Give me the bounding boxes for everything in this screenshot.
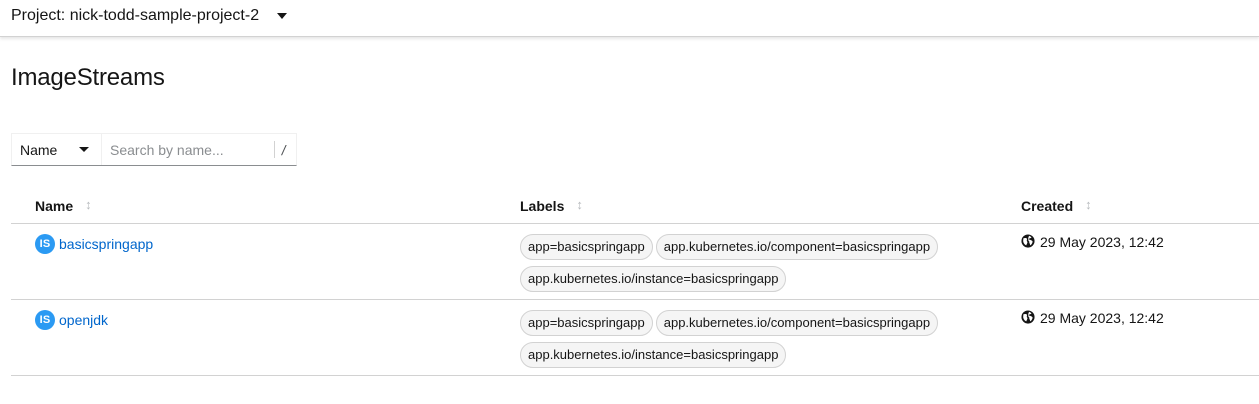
filter-toolbar: Name / xyxy=(11,133,297,166)
table-row: IS openjdk app=basicspringapp app.kuberne… xyxy=(11,300,1259,376)
column-header-label: Created xyxy=(1021,198,1074,214)
created-cell: 29 May 2023, 12:42 xyxy=(1021,309,1164,326)
label-chip[interactable]: app.kubernetes.io/component=basicspringa… xyxy=(655,310,939,336)
project-dropdown[interactable]: Project: nick-todd-sample-project-2 xyxy=(11,0,288,37)
column-header-label: Name xyxy=(35,198,74,214)
label-chip[interactable]: app=basicspringapp xyxy=(520,234,653,260)
sort-icon: ↕ xyxy=(85,196,92,212)
label-chip[interactable]: app=basicspringapp xyxy=(520,310,653,336)
globe-icon xyxy=(1021,309,1035,324)
table-header: Name ↕ Labels ↕ Created ↕ xyxy=(11,186,1259,224)
keyboard-shortcut-hint: / xyxy=(274,141,290,158)
created-cell: 29 May 2023, 12:42 xyxy=(1021,233,1164,250)
imagestream-link[interactable]: basicspringapp xyxy=(59,236,153,252)
created-timestamp: 29 May 2023, 12:42 xyxy=(1040,234,1164,250)
column-header-name[interactable]: Name ↕ xyxy=(35,196,92,215)
labels-cell: app=basicspringapp app.kubernetes.io/comp… xyxy=(520,234,960,298)
label-chip[interactable]: app.kubernetes.io/instance=basicspringap… xyxy=(520,266,787,292)
search-wrapper: / xyxy=(102,134,296,165)
project-label: Project: nick-todd-sample-project-2 xyxy=(11,7,260,24)
labels-cell: app=basicspringapp app.kubernetes.io/comp… xyxy=(520,310,960,374)
page-title: ImageStreams xyxy=(11,64,165,91)
project-bar: Project: nick-todd-sample-project-2 xyxy=(0,0,1259,37)
column-header-created[interactable]: Created ↕ xyxy=(1021,196,1092,215)
name-cell: IS openjdk xyxy=(35,310,108,330)
search-input[interactable] xyxy=(102,135,267,164)
caret-down-icon xyxy=(277,13,288,19)
imagestream-badge: IS xyxy=(35,310,55,330)
table-row: IS basicspringapp app=basicspringapp app.… xyxy=(11,224,1259,300)
label-chip[interactable]: app.kubernetes.io/instance=basicspringap… xyxy=(520,342,787,368)
sort-icon: ↕ xyxy=(1085,196,1092,212)
filter-type-label: Name xyxy=(20,141,58,158)
label-chip[interactable]: app.kubernetes.io/component=basicspringa… xyxy=(655,234,939,260)
column-header-labels[interactable]: Labels ↕ xyxy=(520,196,583,215)
imagestream-link[interactable]: openjdk xyxy=(59,312,108,328)
globe-icon xyxy=(1021,233,1035,248)
created-timestamp: 29 May 2023, 12:42 xyxy=(1040,310,1164,326)
filter-type-dropdown[interactable]: Name xyxy=(12,134,102,165)
imagestreams-table: Name ↕ Labels ↕ Created ↕ IS basicspring… xyxy=(11,186,1259,376)
imagestream-badge: IS xyxy=(35,234,55,254)
sort-icon: ↕ xyxy=(576,196,583,212)
name-cell: IS basicspringapp xyxy=(35,234,153,254)
column-header-label: Labels xyxy=(520,198,565,214)
caret-down-icon xyxy=(79,147,89,152)
